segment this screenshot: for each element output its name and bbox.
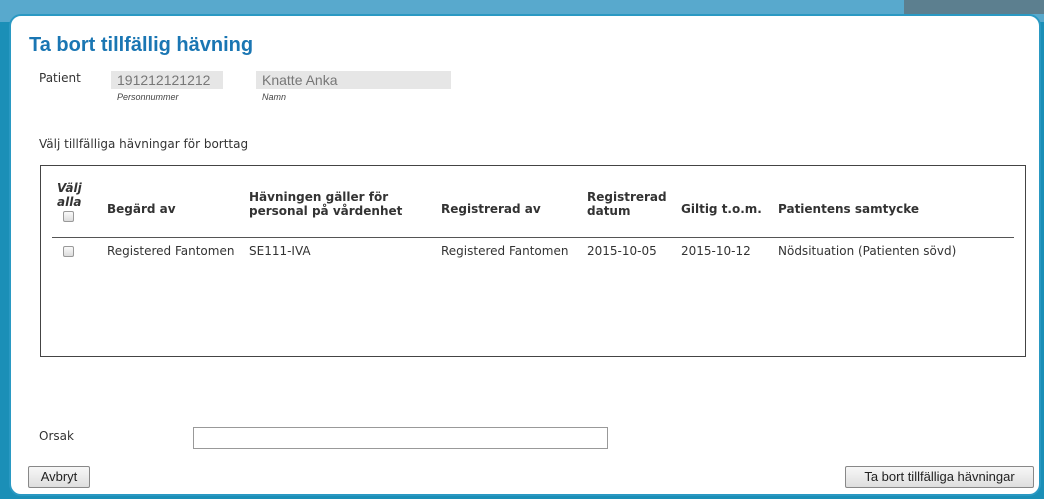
select-all-checkbox[interactable] [62, 211, 74, 222]
header-care-unit-line1: Hävningen gäller för [249, 190, 389, 204]
header-registered-date-line2: datum [587, 204, 631, 218]
personnummer-field: 191212121212 [111, 71, 223, 89]
header-care-unit: Hävningen gäller för personal på vårdenh… [249, 190, 402, 218]
dialog-title: Ta bort tillfällig hävning [29, 34, 254, 56]
cell-registered-by: Registered Fantomen [441, 244, 569, 258]
header-valid-until: Giltig t.o.m. [681, 202, 762, 216]
header-care-unit-line2: personal på vårdenhet [249, 204, 403, 218]
selection-instruction: Välj tillfälliga hävningar för borttag [39, 137, 249, 151]
cell-consent: Nödsituation (Patienten sövd) [778, 244, 957, 258]
row-checkbox[interactable] [63, 246, 74, 257]
select-all-label-line1: Välj [57, 181, 82, 195]
header-requested-by: Begärd av [107, 202, 176, 216]
override-table: Välj alla Begärd av Hävningen gäller för… [40, 165, 1026, 357]
remove-overrides-button[interactable]: Ta bort tillfälliga hävningar [845, 466, 1034, 488]
cancel-button[interactable]: Avbryt [28, 466, 90, 488]
personnummer-caption: Personnummer [117, 92, 179, 102]
remove-temporary-override-dialog: Ta bort tillfällig hävning Patient 19121… [9, 14, 1041, 496]
cell-registered-date: 2015-10-05 [587, 244, 657, 258]
reason-label: Orsak [39, 429, 74, 443]
header-registered-by: Registrerad av [441, 202, 541, 216]
name-field: Knatte Anka [256, 71, 451, 89]
header-registered-date: Registrerad datum [587, 190, 667, 218]
cell-requested-by: Registered Fantomen [107, 244, 235, 258]
cell-care-unit: SE111-IVA [249, 244, 311, 258]
reason-input[interactable] [193, 427, 608, 449]
select-all-header: Välj alla [57, 181, 82, 222]
background-window-corner [904, 0, 1044, 14]
name-caption: Namn [262, 92, 287, 102]
patient-label: Patient [39, 71, 81, 85]
cell-valid-until: 2015-10-12 [681, 244, 751, 258]
header-consent: Patientens samtycke [778, 202, 920, 216]
header-registered-date-line1: Registrerad [587, 190, 667, 204]
header-divider [52, 237, 1014, 238]
select-all-label-line2: alla [57, 195, 82, 209]
